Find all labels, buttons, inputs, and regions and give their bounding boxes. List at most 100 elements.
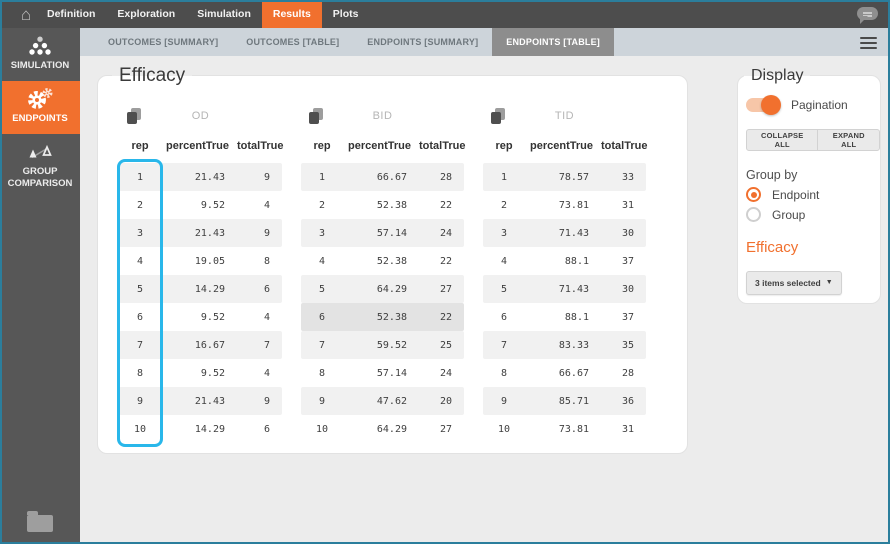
table-row[interactable]: 89.524 xyxy=(119,359,282,387)
table-cell: 21.43 xyxy=(161,172,237,183)
table-cell: 7 xyxy=(483,340,525,351)
chat-bubble-icon[interactable] xyxy=(857,7,878,20)
table-cell: 14.29 xyxy=(161,424,237,435)
expand-all-button[interactable]: EXPAND ALL xyxy=(817,129,880,151)
sidebar-item-endpoints[interactable]: ENDPOINTS xyxy=(0,81,80,134)
hamburger-menu-icon[interactable] xyxy=(860,37,877,52)
table-row[interactable]: 1014.296 xyxy=(119,415,282,443)
table-row[interactable]: 783.3335 xyxy=(483,331,646,359)
column-header[interactable]: percentTrue xyxy=(343,140,419,158)
cluster-dots-icon xyxy=(2,35,78,57)
table-column-headers: reppercentTruetotalTrue xyxy=(119,140,282,158)
nav-tab-exploration[interactable]: Exploration xyxy=(106,0,186,28)
group-by-label: Group by xyxy=(746,168,880,182)
table-cell: 9.52 xyxy=(161,200,237,211)
table-cell: 21.43 xyxy=(161,228,237,239)
table-row[interactable]: 273.8131 xyxy=(483,191,646,219)
table-cell: 6 xyxy=(237,284,282,295)
pagination-toggle[interactable] xyxy=(746,98,779,112)
table-row[interactable]: 419.058 xyxy=(119,247,282,275)
table-label: OD xyxy=(119,110,282,122)
pagination-label: Pagination xyxy=(791,98,848,112)
table-row[interactable]: 252.3822 xyxy=(301,191,464,219)
table-cell: 9 xyxy=(237,396,282,407)
column-header[interactable]: percentTrue xyxy=(161,140,237,158)
table-row[interactable]: 759.5225 xyxy=(301,331,464,359)
endpoint-table: TID reppercentTruetotalTrue 178.5733273.… xyxy=(483,104,646,443)
table-row[interactable]: 1073.8131 xyxy=(483,415,646,443)
items-selected-dropdown[interactable]: 3 items selected ▼ xyxy=(746,271,842,295)
endpoint-table: BID reppercentTruetotalTrue 166.6728252.… xyxy=(301,104,464,443)
table-cell: 88.1 xyxy=(525,312,601,323)
column-header[interactable]: percentTrue xyxy=(525,140,601,158)
collapse-all-button[interactable]: COLLAPSE ALL xyxy=(746,129,818,151)
table-row[interactable]: 947.6220 xyxy=(301,387,464,415)
table-cell: 2 xyxy=(301,200,343,211)
home-icon[interactable]: ⌂ xyxy=(16,6,36,23)
table-row[interactable]: 564.2927 xyxy=(301,275,464,303)
column-header[interactable]: rep xyxy=(119,140,161,158)
folder-icon[interactable] xyxy=(27,515,53,532)
table-row[interactable]: 178.5733 xyxy=(483,163,646,191)
table-row[interactable]: 857.1424 xyxy=(301,359,464,387)
table-cell: 20 xyxy=(419,396,464,407)
table-cell: 4 xyxy=(483,256,525,267)
efficacy-panel: Efficacy OD reppercentTruetotalTrue 121.… xyxy=(97,75,688,454)
table-row[interactable]: 321.439 xyxy=(119,219,282,247)
radio-label: Endpoint xyxy=(772,188,819,202)
table-cell: 22 xyxy=(419,312,464,323)
nav-tab-definition[interactable]: Definition xyxy=(36,0,106,28)
panel-title: Efficacy xyxy=(112,64,192,88)
table-row[interactable]: 452.3822 xyxy=(301,247,464,275)
table-cell: 35 xyxy=(601,340,646,351)
table-cell: 66.67 xyxy=(343,172,419,183)
column-header[interactable]: totalTrue xyxy=(419,140,464,158)
table-row[interactable]: 166.6728 xyxy=(301,163,464,191)
table-row[interactable]: 357.1424 xyxy=(301,219,464,247)
sidebar-item-label: ENDPOINTS xyxy=(2,113,78,125)
table-cell: 14.29 xyxy=(161,284,237,295)
table-cell: 3 xyxy=(301,228,343,239)
table-body: 121.43929.524321.439419.058514.29669.524… xyxy=(119,163,282,443)
radio-button-unselected[interactable] xyxy=(746,207,761,222)
table-row[interactable]: 514.296 xyxy=(119,275,282,303)
table-row[interactable]: 29.524 xyxy=(119,191,282,219)
nav-tab-results[interactable]: Results xyxy=(262,0,322,28)
subtab-endpoints-summary[interactable]: ENDPOINTS [SUMMARY] xyxy=(353,28,492,56)
table-row[interactable]: 716.677 xyxy=(119,331,282,359)
sidebar-item-label: SIMULATION xyxy=(2,60,78,72)
table-row[interactable]: 866.6728 xyxy=(483,359,646,387)
table-row[interactable]: 921.439 xyxy=(119,387,282,415)
table-cell: 5 xyxy=(119,284,161,295)
subtab-endpoints-table[interactable]: ENDPOINTS [TABLE] xyxy=(492,28,614,56)
column-header[interactable]: totalTrue xyxy=(601,140,646,158)
table-row[interactable]: 1064.2927 xyxy=(301,415,464,443)
column-header[interactable]: rep xyxy=(301,140,343,158)
subtab-outcomes-table[interactable]: OUTCOMES [TABLE] xyxy=(232,28,353,56)
table-row[interactable]: 688.137 xyxy=(483,303,646,331)
table-cell: 73.81 xyxy=(525,200,601,211)
table-row[interactable]: 69.524 xyxy=(119,303,282,331)
table-row[interactable]: 488.137 xyxy=(483,247,646,275)
nav-tab-plots[interactable]: Plots xyxy=(322,0,370,28)
radio-option-endpoint[interactable]: Endpoint xyxy=(746,187,880,202)
table-row[interactable]: 371.4330 xyxy=(483,219,646,247)
table-cell: 21.43 xyxy=(161,396,237,407)
table-row[interactable]: 985.7136 xyxy=(483,387,646,415)
table-cell: 78.57 xyxy=(525,172,601,183)
radio-option-group[interactable]: Group xyxy=(746,207,880,222)
table-row[interactable]: 121.439 xyxy=(119,163,282,191)
table-row[interactable]: 652.3822 xyxy=(301,303,464,331)
table-column-headers: reppercentTruetotalTrue xyxy=(301,140,464,158)
column-header[interactable]: rep xyxy=(483,140,525,158)
table-cell: 27 xyxy=(419,284,464,295)
column-header[interactable]: totalTrue xyxy=(237,140,282,158)
table-cell: 37 xyxy=(601,256,646,267)
nav-tab-simulation[interactable]: Simulation xyxy=(186,0,262,28)
table-cell: 10 xyxy=(119,424,161,435)
table-row[interactable]: 571.4330 xyxy=(483,275,646,303)
radio-button-selected[interactable] xyxy=(746,187,761,202)
subtab-outcomes-summary[interactable]: OUTCOMES [SUMMARY] xyxy=(94,28,232,56)
sidebar-item-simulation[interactable]: SIMULATION xyxy=(0,28,80,81)
sidebar-item-group-comparison[interactable]: GROUP COMPARISON xyxy=(0,134,80,199)
